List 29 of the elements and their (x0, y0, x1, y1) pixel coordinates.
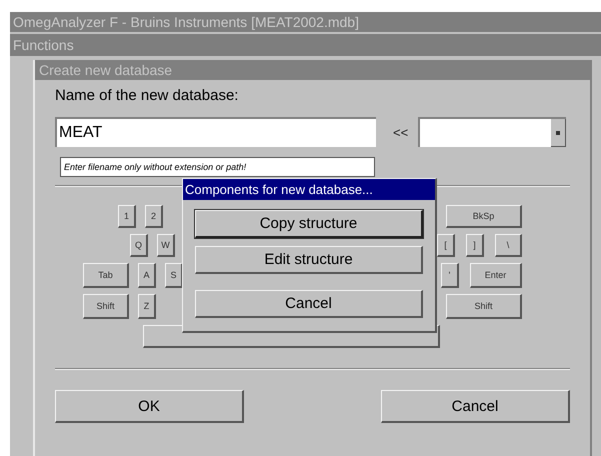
keyboard-key[interactable]: Shift (446, 294, 522, 319)
keyboard-key[interactable]: Tab (83, 263, 129, 288)
keyboard-key[interactable]: 1 (118, 205, 136, 228)
name-field[interactable]: MEAT (55, 117, 376, 147)
keyboard-key[interactable]: Z (138, 294, 156, 319)
keyboard-key[interactable]: Shift (83, 294, 129, 319)
keyboard-key[interactable]: ] (466, 234, 484, 257)
field-label: Name of the new database: (55, 86, 240, 106)
keyboard-key[interactable]: 2 (145, 205, 163, 228)
dialog-button[interactable]: OK (55, 390, 244, 423)
dialog-title: Create new database (39, 62, 172, 78)
popup-title: Components for new database... (185, 182, 373, 197)
keyboard-key[interactable]: W (157, 234, 175, 257)
keyboard-key[interactable]: A (138, 263, 156, 288)
database-dropdown[interactable] (418, 117, 566, 147)
popup-button[interactable]: Edit structure (195, 246, 423, 274)
copy-from-label: << (393, 124, 408, 140)
hint-tooltip: Enter filename only without extension or path! (60, 157, 375, 177)
popup-button[interactable]: Cancel (195, 290, 423, 318)
window-title: OmegAnalyzer F - Bruins Instruments [MEAT2002.mdb] (13, 14, 359, 30)
popup-button[interactable]: Copy structure (195, 210, 423, 238)
keyboard-key[interactable]: ' (441, 263, 459, 288)
dialog-button[interactable]: Cancel (381, 390, 570, 423)
keyboard-key[interactable]: [ (437, 234, 455, 257)
keyboard-key[interactable]: \ (495, 234, 522, 257)
keyboard-key[interactable]: Q (130, 234, 148, 257)
keyboard-key[interactable]: Enter (470, 263, 522, 288)
keyboard-key[interactable]: BkSp (446, 205, 522, 228)
keyboard-key[interactable]: S (165, 263, 183, 288)
